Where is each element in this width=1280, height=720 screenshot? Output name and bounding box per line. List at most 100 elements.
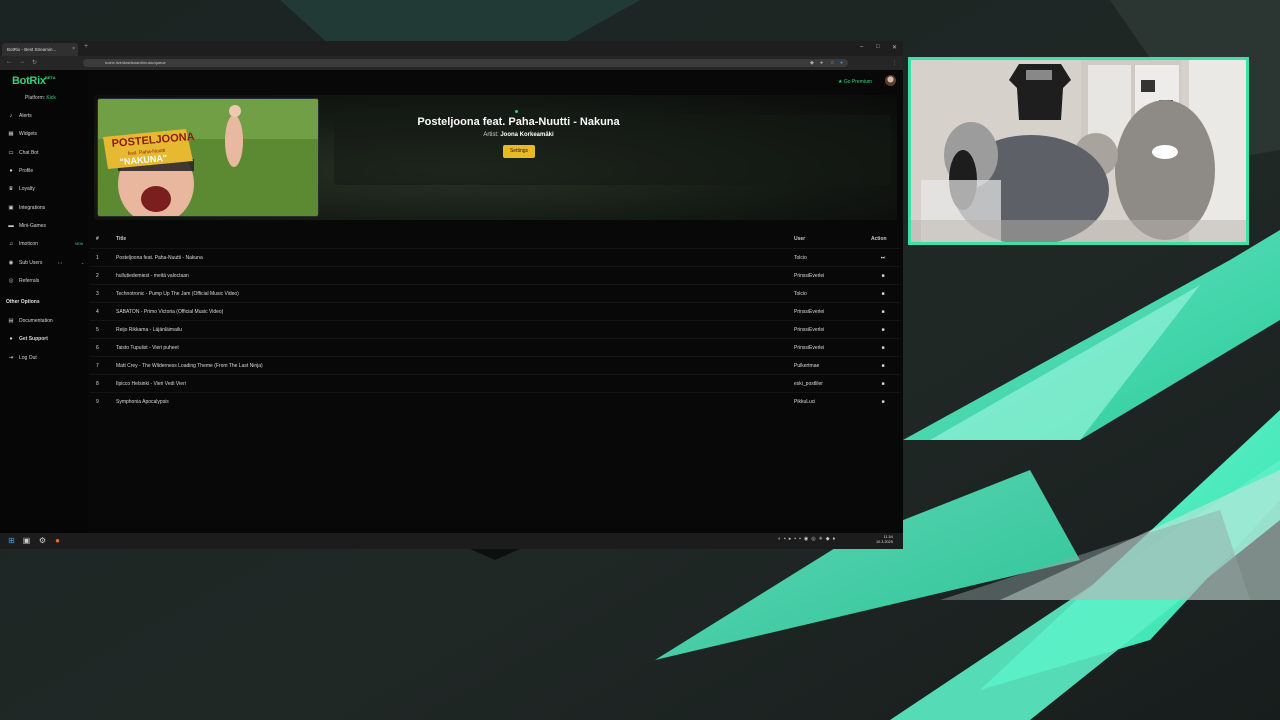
live-dot: [515, 110, 518, 113]
bookmark-icon[interactable]: ☆: [830, 60, 834, 66]
taskbar: ⊞ ▣ ⚙ ● ◐▪▸▪▪◉◎✳◆♦ 11.54 10.3.2025: [0, 533, 903, 549]
now-playing-artist: Artist: Joona Korkeamäki: [300, 132, 737, 138]
sidebar-item-mini-games[interactable]: ▬ Mini-Games: [8, 221, 88, 231]
browser-toolbar: ← → ↻ botrix.live/dashboard/music/queue …: [0, 56, 903, 70]
browser-tabbar: BotRix - Best Streamin... × + – □ ✕: [0, 41, 903, 56]
new-badge: NEW: [75, 242, 84, 246]
row-title: Posteljoona feat. Paha-Nuutti - Nakuna: [116, 255, 203, 261]
skip-icon[interactable]: ⏭: [875, 249, 891, 267]
row-user: PrinssiEverlei: [794, 345, 825, 351]
sidebar-item-label: Integrations: [19, 205, 46, 211]
trash-icon[interactable]: ■: [875, 303, 891, 321]
row-title: Matt Crey - The Wilderness Loading Theme…: [116, 363, 263, 369]
platform-indicator: Platform: Kick: [25, 95, 56, 101]
profile-icon[interactable]: ●: [840, 60, 843, 66]
sidebar-item-get-support[interactable]: ● Get Support: [8, 334, 88, 344]
now-playing-hero: POSTELJOONA feat. Paha-Nuutti "NAKUNA": [94, 95, 897, 220]
taskbar-clock[interactable]: 11.54 10.3.2025: [876, 535, 893, 545]
platform-value: Kick: [46, 95, 56, 101]
menu-icon[interactable]: ⋮: [892, 60, 897, 66]
sidebar-item-label: Sub Users: [19, 260, 43, 266]
row-user: PrinssiEverlei: [794, 327, 825, 333]
row-num: 4: [96, 309, 99, 315]
extension-icon[interactable]: ◆: [810, 60, 814, 66]
trash-icon[interactable]: ■: [875, 285, 891, 303]
trash-icon[interactable]: ■: [875, 357, 891, 375]
sidebar-item-alerts[interactable]: ♪ Alerts: [8, 111, 88, 121]
browser-app-icon[interactable]: ●: [53, 536, 62, 545]
go-premium-label: Go Premium: [843, 79, 872, 85]
table-row: 3 Technotronic - Pump Up The Jam (Offici…: [90, 284, 900, 302]
minimize-icon[interactable]: –: [860, 44, 863, 50]
tab-close-icon[interactable]: ×: [72, 43, 75, 56]
botrix-app: BotRix BETA Platform: Kick ♪ Alerts ▦ Wi…: [0, 70, 903, 533]
system-tray-icons[interactable]: ◐▪▸▪▪◉◎✳◆♦: [778, 536, 838, 542]
header-action: Action: [871, 236, 887, 242]
header-num: #: [96, 236, 99, 242]
webcam-feed: [911, 60, 1246, 242]
browser-tab[interactable]: BotRix - Best Streamin... ×: [2, 43, 78, 56]
bell-icon: ♪: [9, 113, 13, 119]
plug-icon: ▣: [8, 205, 14, 211]
header-user: User: [794, 236, 806, 242]
maximize-icon[interactable]: □: [876, 44, 880, 50]
window-close-icon[interactable]: ✕: [892, 44, 897, 51]
sidebar-item-widgets[interactable]: ▦ Widgets: [8, 129, 88, 139]
reload-icon[interactable]: ↻: [32, 59, 37, 66]
table-row: 4 SABATON - Primo Victoria (Official Mus…: [90, 302, 900, 320]
settings-gear-icon[interactable]: ⚙: [38, 536, 47, 545]
people-icon: ◎: [8, 278, 14, 284]
sidebar-item-label: Chat Bot: [19, 150, 39, 156]
windows-start-icon[interactable]: ⊞: [7, 536, 16, 545]
trash-icon[interactable]: ■: [875, 339, 891, 357]
sidebar-item-documentation[interactable]: ▤ Documentation: [8, 316, 88, 326]
row-title: hullutiedemiest - meitä valoctaan: [116, 273, 189, 279]
settings-button[interactable]: Settings: [503, 145, 535, 158]
forward-icon[interactable]: →: [19, 59, 25, 65]
trash-icon[interactable]: ■: [875, 393, 891, 411]
browser-tab-title: BotRix - Best Streamin...: [7, 47, 57, 52]
chevron-down-icon[interactable]: ⌄: [81, 258, 84, 268]
row-title: Symphonia Apocalypsis: [116, 399, 169, 405]
table-row: 7 Matt Crey - The Wilderness Loading The…: [90, 356, 900, 374]
users-icon: ◉: [8, 260, 14, 266]
trash-icon[interactable]: ■: [875, 375, 891, 393]
row-title: SABATON - Primo Victoria (Official Music…: [116, 309, 224, 315]
sidebar-item-profile[interactable]: ● Profile: [8, 166, 88, 176]
table-row: 1 Posteljoona feat. Paha-Nuutti - Nakuna…: [90, 248, 900, 266]
sidebar-item-loyalty[interactable]: ♛ Loyalty: [8, 184, 88, 194]
thumbnail-art: POSTELJOONA feat. Paha-Nuutti "NAKUNA": [98, 99, 318, 216]
sidebar: BotRix BETA Platform: Kick ♪ Alerts ▦ Wi…: [0, 70, 88, 533]
sidebar-item-label: Profile: [19, 168, 34, 174]
webcam-overlay: [908, 57, 1249, 245]
brand-logo[interactable]: BotRix: [12, 75, 46, 87]
url-bar[interactable]: botrix.live/dashboard/music/queue: [83, 59, 848, 67]
sidebar-item-sub-users[interactable]: ◉ Sub Users • • ⌄: [8, 258, 88, 268]
sidebar-item-imoticon[interactable]: ♫ Imoticon NEW: [8, 239, 88, 249]
trash-icon[interactable]: ■: [875, 267, 891, 285]
sidebar-item-label: Imoticon: [19, 241, 38, 247]
row-num: 9: [96, 399, 99, 405]
browser-window: BotRix - Best Streamin... × + – □ ✕ ← → …: [0, 41, 903, 549]
sidebar-item-label: Log Out: [19, 355, 37, 361]
gamepad-icon: ▬: [8, 223, 14, 229]
avatar[interactable]: [885, 75, 896, 86]
back-icon[interactable]: ←: [6, 59, 12, 65]
sidebar-item-label: Get Support: [19, 336, 48, 342]
sidebar-item-chat-bot[interactable]: ▭ Chat Bot: [8, 148, 88, 158]
trophy-icon: ♛: [8, 186, 14, 192]
sidebar-item-label: Mini-Games: [19, 223, 46, 229]
new-tab-button[interactable]: +: [84, 43, 88, 50]
sidebar-item-log-out[interactable]: ⇥ Log Out: [8, 353, 88, 363]
row-title: Technotronic - Pump Up The Jam (Official…: [116, 291, 239, 297]
go-premium-link[interactable]: ★ Go Premium: [838, 79, 872, 85]
clock-date: 10.3.2025: [876, 540, 893, 544]
sidebar-item-referrals[interactable]: ◎ Referrals: [8, 276, 88, 286]
logout-icon: ⇥: [8, 355, 14, 361]
table-row: 9 Symphonia Apocalypsis PikkuLuci ■: [90, 392, 900, 410]
task-view-icon[interactable]: ▣: [22, 536, 31, 545]
trash-icon[interactable]: ■: [875, 321, 891, 339]
sidebar-item-label: Widgets: [19, 131, 38, 137]
sidebar-item-integrations[interactable]: ▣ Integrations: [8, 203, 88, 213]
extension-icon[interactable]: ●: [820, 60, 823, 66]
